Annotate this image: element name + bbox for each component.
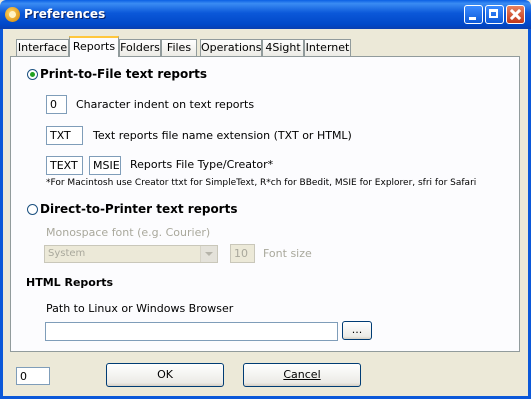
minimize-button[interactable] bbox=[464, 5, 483, 24]
monospace-font-value: System bbox=[48, 248, 86, 259]
tab-reports[interactable]: Reports bbox=[69, 36, 119, 57]
direct-to-printer-radio[interactable] bbox=[27, 204, 38, 215]
window-title: Preferences bbox=[24, 7, 106, 21]
font-size-input[interactable]: 10 bbox=[230, 244, 255, 263]
title-bar[interactable]: Preferences bbox=[0, 0, 531, 29]
creator-input[interactable]: MSIE bbox=[89, 156, 121, 175]
tab-interface[interactable]: Interface bbox=[16, 39, 69, 56]
app-icon bbox=[5, 7, 20, 22]
footer-number-input[interactable]: 0 bbox=[16, 367, 50, 385]
tab-4sight[interactable]: 4Sight bbox=[262, 39, 304, 56]
browser-path-input[interactable] bbox=[45, 322, 338, 341]
monospace-font-select[interactable]: System bbox=[44, 245, 218, 263]
print-to-file-label[interactable]: Print-to-File text reports bbox=[40, 67, 207, 81]
tab-operations[interactable]: Operations bbox=[200, 39, 262, 56]
indent-input[interactable]: 0 bbox=[46, 95, 67, 114]
ok-button[interactable]: OK bbox=[106, 363, 224, 387]
browser-path-label: Path to Linux or Windows Browser bbox=[46, 302, 234, 315]
font-size-label: Font size bbox=[263, 247, 312, 260]
indent-label: Character indent on text reports bbox=[76, 98, 255, 111]
cancel-button[interactable]: Cancel bbox=[243, 363, 361, 387]
tab-files[interactable]: Files bbox=[161, 39, 197, 56]
direct-to-printer-label[interactable]: Direct-to-Printer text reports bbox=[40, 202, 237, 216]
maximize-button[interactable] bbox=[485, 5, 504, 24]
print-to-file-radio[interactable] bbox=[27, 69, 38, 80]
type-creator-label: Reports File Type/Creator* bbox=[130, 158, 274, 171]
browse-button[interactable]: ... bbox=[342, 321, 372, 340]
preferences-window: Preferences Interface Reports Folders Fi… bbox=[0, 0, 531, 399]
file-type-input[interactable]: TEXT bbox=[46, 156, 83, 175]
chevron-down-icon[interactable] bbox=[200, 246, 217, 262]
window-frame-left bbox=[0, 29, 3, 399]
tab-folders[interactable]: Folders bbox=[119, 39, 161, 56]
monospace-font-label: Monospace font (e.g. Courier) bbox=[46, 226, 211, 239]
html-reports-heading: HTML Reports bbox=[26, 276, 114, 289]
extension-label: Text reports file name extension (TXT or… bbox=[93, 129, 352, 142]
extension-input[interactable]: TXT bbox=[46, 126, 83, 145]
macintosh-note: *For Macintosh use Creator ttxt for Simp… bbox=[46, 178, 477, 188]
close-button[interactable] bbox=[506, 5, 525, 24]
tab-internet[interactable]: Internet bbox=[304, 39, 351, 56]
